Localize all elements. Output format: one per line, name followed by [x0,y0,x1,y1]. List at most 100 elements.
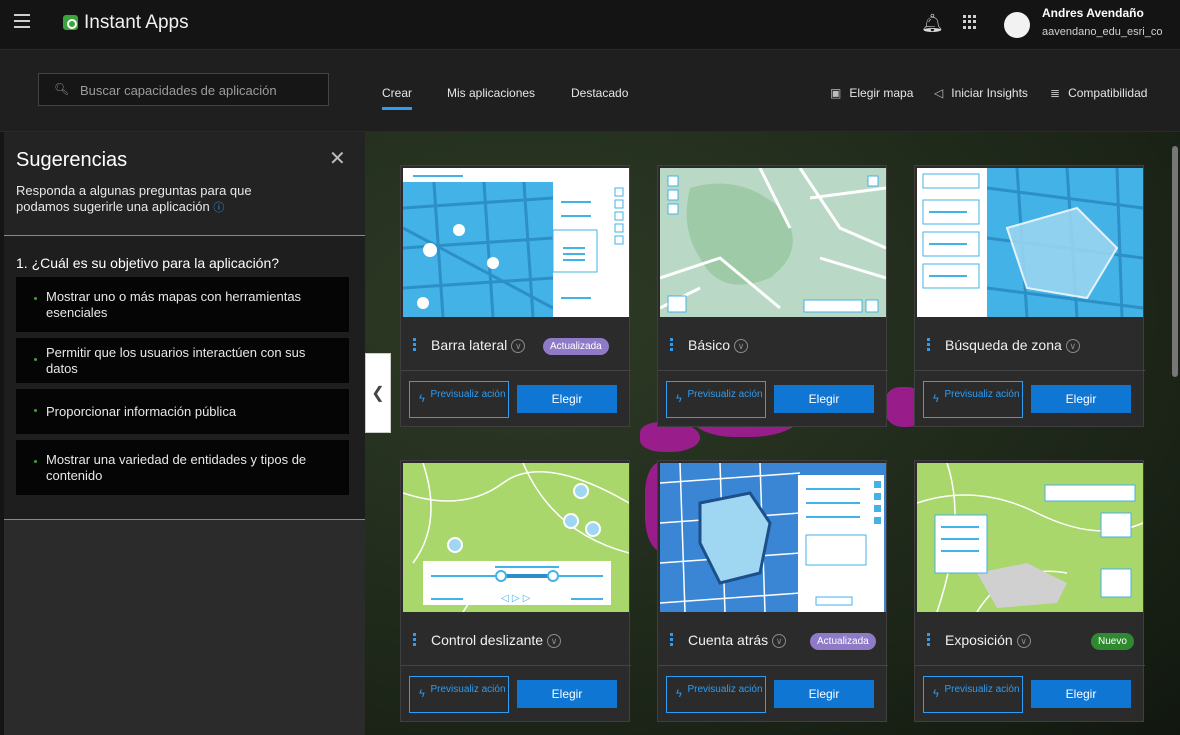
card-title: Barra lateral ∨ [431,337,526,353]
choose-button[interactable]: Elegir [1031,680,1131,708]
card-title: Exposición ∨ [945,632,1031,648]
thumbnail [660,463,886,612]
start-insights-label: Iniciar Insights [951,86,1028,100]
filter-lines-icon: ≣ [1050,86,1061,100]
app-card[interactable]: Barra lateral ∨ Actualizada ϟ Previsualiz … [400,165,631,427]
app-title[interactable]: Instant Apps [84,12,189,34]
compatibility-label: Compatibilidad [1068,86,1148,100]
chevron-down-icon[interactable]: ∨ [511,339,526,353]
card-title: Búsqueda de zona ∨ [945,337,1080,353]
lightning-icon: ϟ [676,688,682,700]
more-options-icon[interactable] [927,633,930,647]
option-label: Proporcionar información pública [46,403,237,419]
preview-button[interactable]: ϟ Previsualiz ación [666,381,766,418]
card-title: Control deslizante ∨ [431,632,562,648]
compatibility-button[interactable]: ≣ Compatibilidad [1050,86,1147,100]
status-badge: Actualizada [810,633,876,650]
tab-mis-aplicaciones[interactable]: Mis aplicaciones [447,86,535,100]
card-name: Cuenta atrás [688,632,769,648]
app-card[interactable]: Básico ∨ ϟ Previsualiz ación Elegir [657,165,888,427]
collapse-panel-button[interactable]: ❮ [365,353,391,433]
card-title-row: Cuenta atrás ∨ Actualizada [658,614,888,666]
choose-map-label: Elegir mapa [849,86,914,100]
card-title: Cuenta atrás ∨ [688,632,787,648]
card-name: Exposición [945,632,1013,648]
app-card[interactable]: Cuenta atrás ∨ Actualizada ϟ Previsualiz a… [657,460,888,722]
option-item[interactable]: Mostrar uno o más mapas con herramientas… [16,277,349,332]
preview-button[interactable]: ϟ Previsualiz ación [409,676,509,713]
panel-title: Sugerencias [16,149,128,171]
lightning-icon: ϟ [676,393,682,405]
more-options-icon[interactable] [413,338,416,352]
preview-label: Previsualiz ación [687,684,763,695]
menu-icon[interactable] [14,14,30,28]
card-name: Básico [688,337,731,353]
search-placeholder: Buscar capacidades de aplicación [80,83,277,98]
option-label: Mostrar uno o más mapas con herramientas… [46,288,302,320]
panel-header: Sugerencias ✕ Responda a algunas pregunt… [4,132,365,236]
chevron-left-icon: ❮ [371,385,385,402]
start-insights-button[interactable]: ◁ Iniciar Insights [934,86,1028,100]
chevron-down-icon[interactable]: ∨ [1016,634,1031,648]
card-title: Básico ∨ [688,337,749,353]
chevron-down-icon[interactable]: ∨ [547,634,562,648]
preview-button[interactable]: ϟ Previsualiz ación [666,676,766,713]
top-bar: Instant Apps 🔔︎ Andres Avendaño aavendan… [0,0,1180,50]
lightning-icon: ϟ [419,688,425,700]
card-name: Control deslizante [431,632,544,648]
thumbnail [403,168,629,317]
choose-button[interactable]: Elegir [517,385,617,413]
option-item[interactable]: Permitir que los usuarios interactúen co… [16,338,349,383]
megaphone-icon: ◁ [934,86,944,100]
app-launcher-icon[interactable] [963,15,977,29]
info-icon[interactable]: ⓘ [213,202,224,214]
more-options-icon[interactable] [670,338,673,352]
preview-button[interactable]: ϟ Previsualiz ación [409,381,509,418]
app-card[interactable]: Exposición ∨ Nuevo ϟ Previsualiz ación Ele… [914,460,1145,722]
app-card[interactable]: Búsqueda de zona ∨ ϟ Previsualiz ación Ele… [914,165,1145,427]
user-name[interactable]: Andres Avendaño [1042,6,1144,20]
more-options-icon[interactable] [413,633,416,647]
preview-button[interactable]: ϟ Previsualiz ación [923,676,1023,713]
more-options-icon[interactable] [927,338,930,352]
scrollbar[interactable] [1172,146,1178,377]
instant-apps-logo [63,15,78,30]
avatar[interactable] [1004,12,1030,38]
card-title-row: Exposición ∨ Nuevo [915,614,1145,666]
chevron-down-icon[interactable]: ∨ [1065,339,1080,353]
app-card[interactable]: ◁ ▷ ▷ Control deslizante ∨ ϟ Previsualiz a… [400,460,631,722]
option-item[interactable]: Proporcionar información pública [16,389,349,434]
card-title-row: Barra lateral ∨ Actualizada [401,319,631,371]
choose-button[interactable]: Elegir [774,385,874,413]
thumbnail [917,463,1143,612]
chevron-down-icon[interactable]: ∨ [772,634,787,648]
choose-map-button[interactable]: ▣ Elegir mapa [830,86,913,100]
user-id[interactable]: aavendano_edu_esri_co [1042,26,1163,38]
choose-button[interactable]: Elegir [774,680,874,708]
preview-label: Previsualiz ación [944,684,1020,695]
panel-description: Responda a algunas preguntas para que po… [16,183,306,216]
tab-crear[interactable]: Crear [382,86,413,110]
preview-button[interactable]: ϟ Previsualiz ación [923,381,1023,418]
suggestions-panel: Sugerencias ✕ Responda a algunas pregunt… [4,132,365,735]
preview-label: Previsualiz ación [430,684,506,695]
search-input[interactable]: 🔍︎ Buscar capacidades de aplicación [38,73,329,106]
thumbnail: ◁ ▷ ▷ [403,463,629,612]
card-title-row: Control deslizante ∨ [401,614,631,666]
question-title: 1. ¿Cuál es su objetivo para la aplicaci… [16,255,280,271]
close-icon[interactable]: ✕ [329,146,346,171]
bell-icon[interactable]: 🔔︎ [921,13,944,34]
tab-destacado[interactable]: Destacado [571,86,628,100]
chevron-down-icon[interactable]: ∨ [734,339,749,353]
question-section: 1. ¿Cuál es su objetivo para la aplicaci… [4,236,365,520]
more-options-icon[interactable] [670,633,673,647]
choose-button[interactable]: Elegir [1031,385,1131,413]
option-label: Permitir que los usuarios interactúen co… [46,344,306,376]
preview-label: Previsualiz ación [430,389,506,400]
search-icon: 🔍︎ [54,82,70,96]
option-item[interactable]: Mostrar una variedad de entidades y tipo… [16,440,349,495]
thumbnail [660,168,886,317]
choose-button[interactable]: Elegir [517,680,617,708]
card-name: Barra lateral [431,337,508,353]
status-badge: Nuevo [1091,633,1134,650]
